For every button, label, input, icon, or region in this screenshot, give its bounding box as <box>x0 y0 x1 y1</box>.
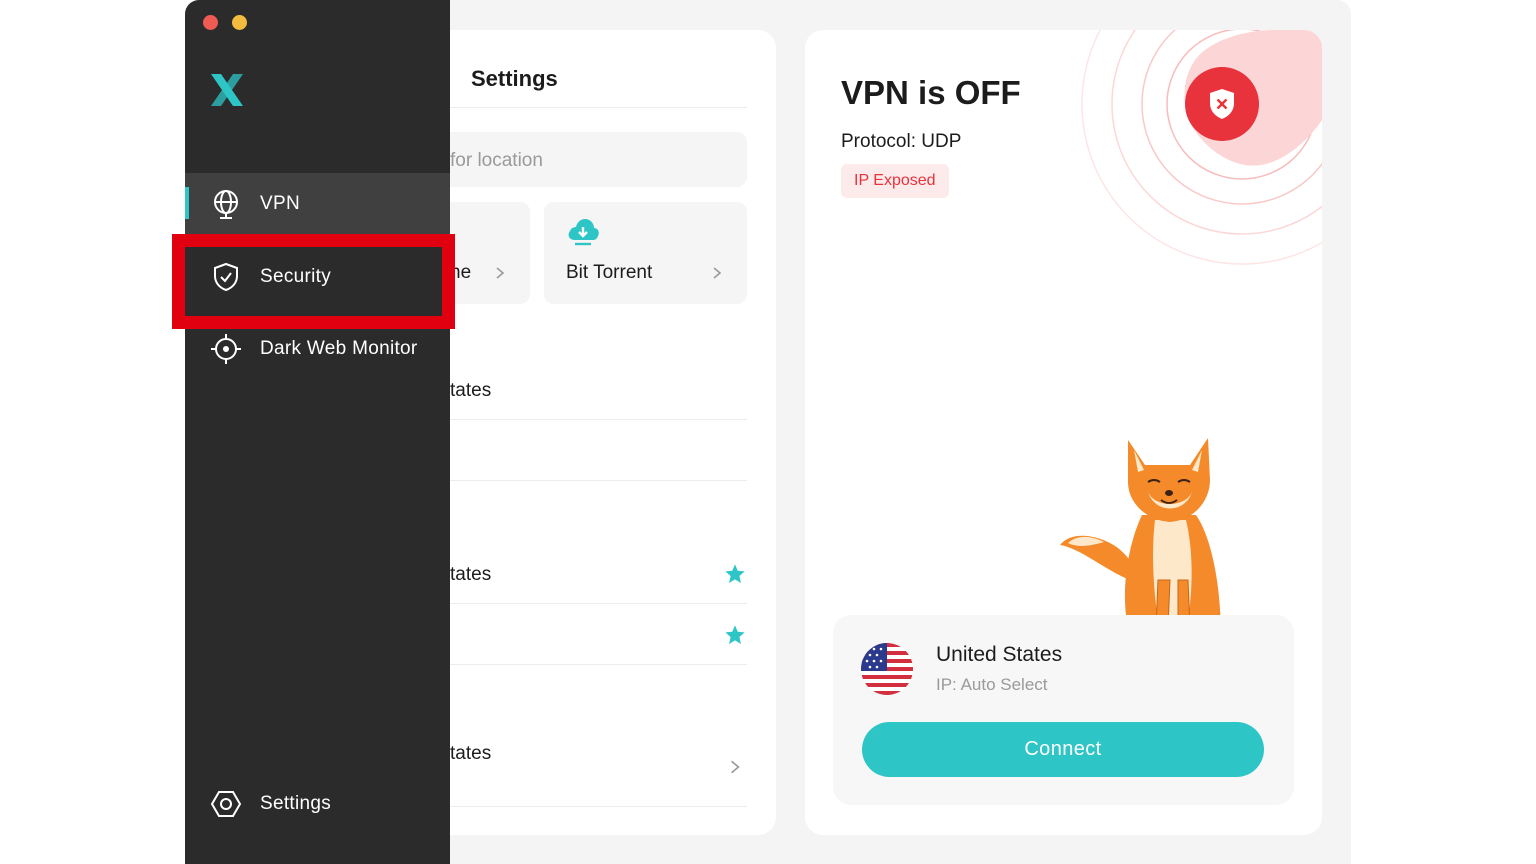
close-window-button[interactable] <box>203 15 218 30</box>
fox-mascot-illustration <box>1060 438 1221 632</box>
minimize-window-button[interactable] <box>232 15 247 30</box>
app-window: VPN Security Dark Web Monitor Settings S… <box>185 0 1351 864</box>
sidebar-item-label: Dark Web Monitor <box>260 338 418 359</box>
chevron-right-icon[interactable] <box>727 759 743 775</box>
connect-button[interactable]: Connect <box>862 722 1264 777</box>
location-row-label[interactable]: tates <box>450 743 491 765</box>
settings-hexagon-icon <box>210 791 242 817</box>
bit-torrent-card[interactable]: Bit Torrent <box>544 202 747 304</box>
vpn-status-panel: VPN is OFF Protocol: UDP IP Exposed Unit… <box>805 30 1322 835</box>
protocol-label: Protocol: UDP <box>841 131 962 152</box>
star-icon[interactable] <box>724 563 746 585</box>
divider <box>450 603 747 604</box>
location-row-label[interactable]: tates <box>450 380 491 402</box>
location-card: United States IP: Auto Select Connect <box>833 615 1294 805</box>
divider <box>450 107 747 108</box>
vpn-status-title: VPN is OFF <box>841 74 1021 111</box>
chevron-right-icon <box>713 267 722 279</box>
card-label: ne <box>450 262 472 283</box>
ip-exposed-badge: IP Exposed <box>841 164 949 198</box>
globe-icon <box>214 190 238 219</box>
location-row-label[interactable]: tates <box>450 564 491 586</box>
settings-panel: Settings for location ne Bit Torrent tat… <box>450 30 776 835</box>
sidebar: VPN Security Dark Web Monitor Settings <box>185 0 450 864</box>
divider <box>450 664 747 665</box>
ip-selection: IP: Auto Select <box>936 675 1048 694</box>
sidebar-item-vpn[interactable]: VPN <box>185 173 450 235</box>
selected-country[interactable]: United States <box>936 643 1062 667</box>
sidebar-item-security[interactable]: Security <box>185 246 450 308</box>
search-placeholder: for location <box>450 150 543 171</box>
location-search-input[interactable]: for location <box>450 132 747 187</box>
chevron-right-icon <box>496 267 505 279</box>
app-logo-icon <box>211 74 243 106</box>
card-label: Bit Torrent <box>566 262 653 283</box>
sidebar-item-label: Security <box>260 266 332 287</box>
sidebar-item-dark-web-monitor[interactable]: Dark Web Monitor <box>185 318 450 380</box>
sidebar-item-label: Settings <box>260 793 332 814</box>
shield-icon <box>214 262 238 292</box>
panel-title: Settings <box>471 66 558 91</box>
star-icon[interactable] <box>724 624 746 646</box>
sidebar-item-label: VPN <box>260 193 300 214</box>
active-indicator <box>185 187 189 219</box>
cloud-download-icon <box>568 219 599 246</box>
us-flag-icon[interactable] <box>861 643 913 695</box>
shield-alert-icon <box>1081 30 1322 265</box>
sidebar-item-settings[interactable]: Settings <box>185 773 450 835</box>
divider <box>450 806 747 807</box>
target-icon <box>211 334 241 364</box>
divider <box>450 419 747 420</box>
divider <box>450 480 747 481</box>
category-card[interactable]: ne <box>450 202 530 304</box>
